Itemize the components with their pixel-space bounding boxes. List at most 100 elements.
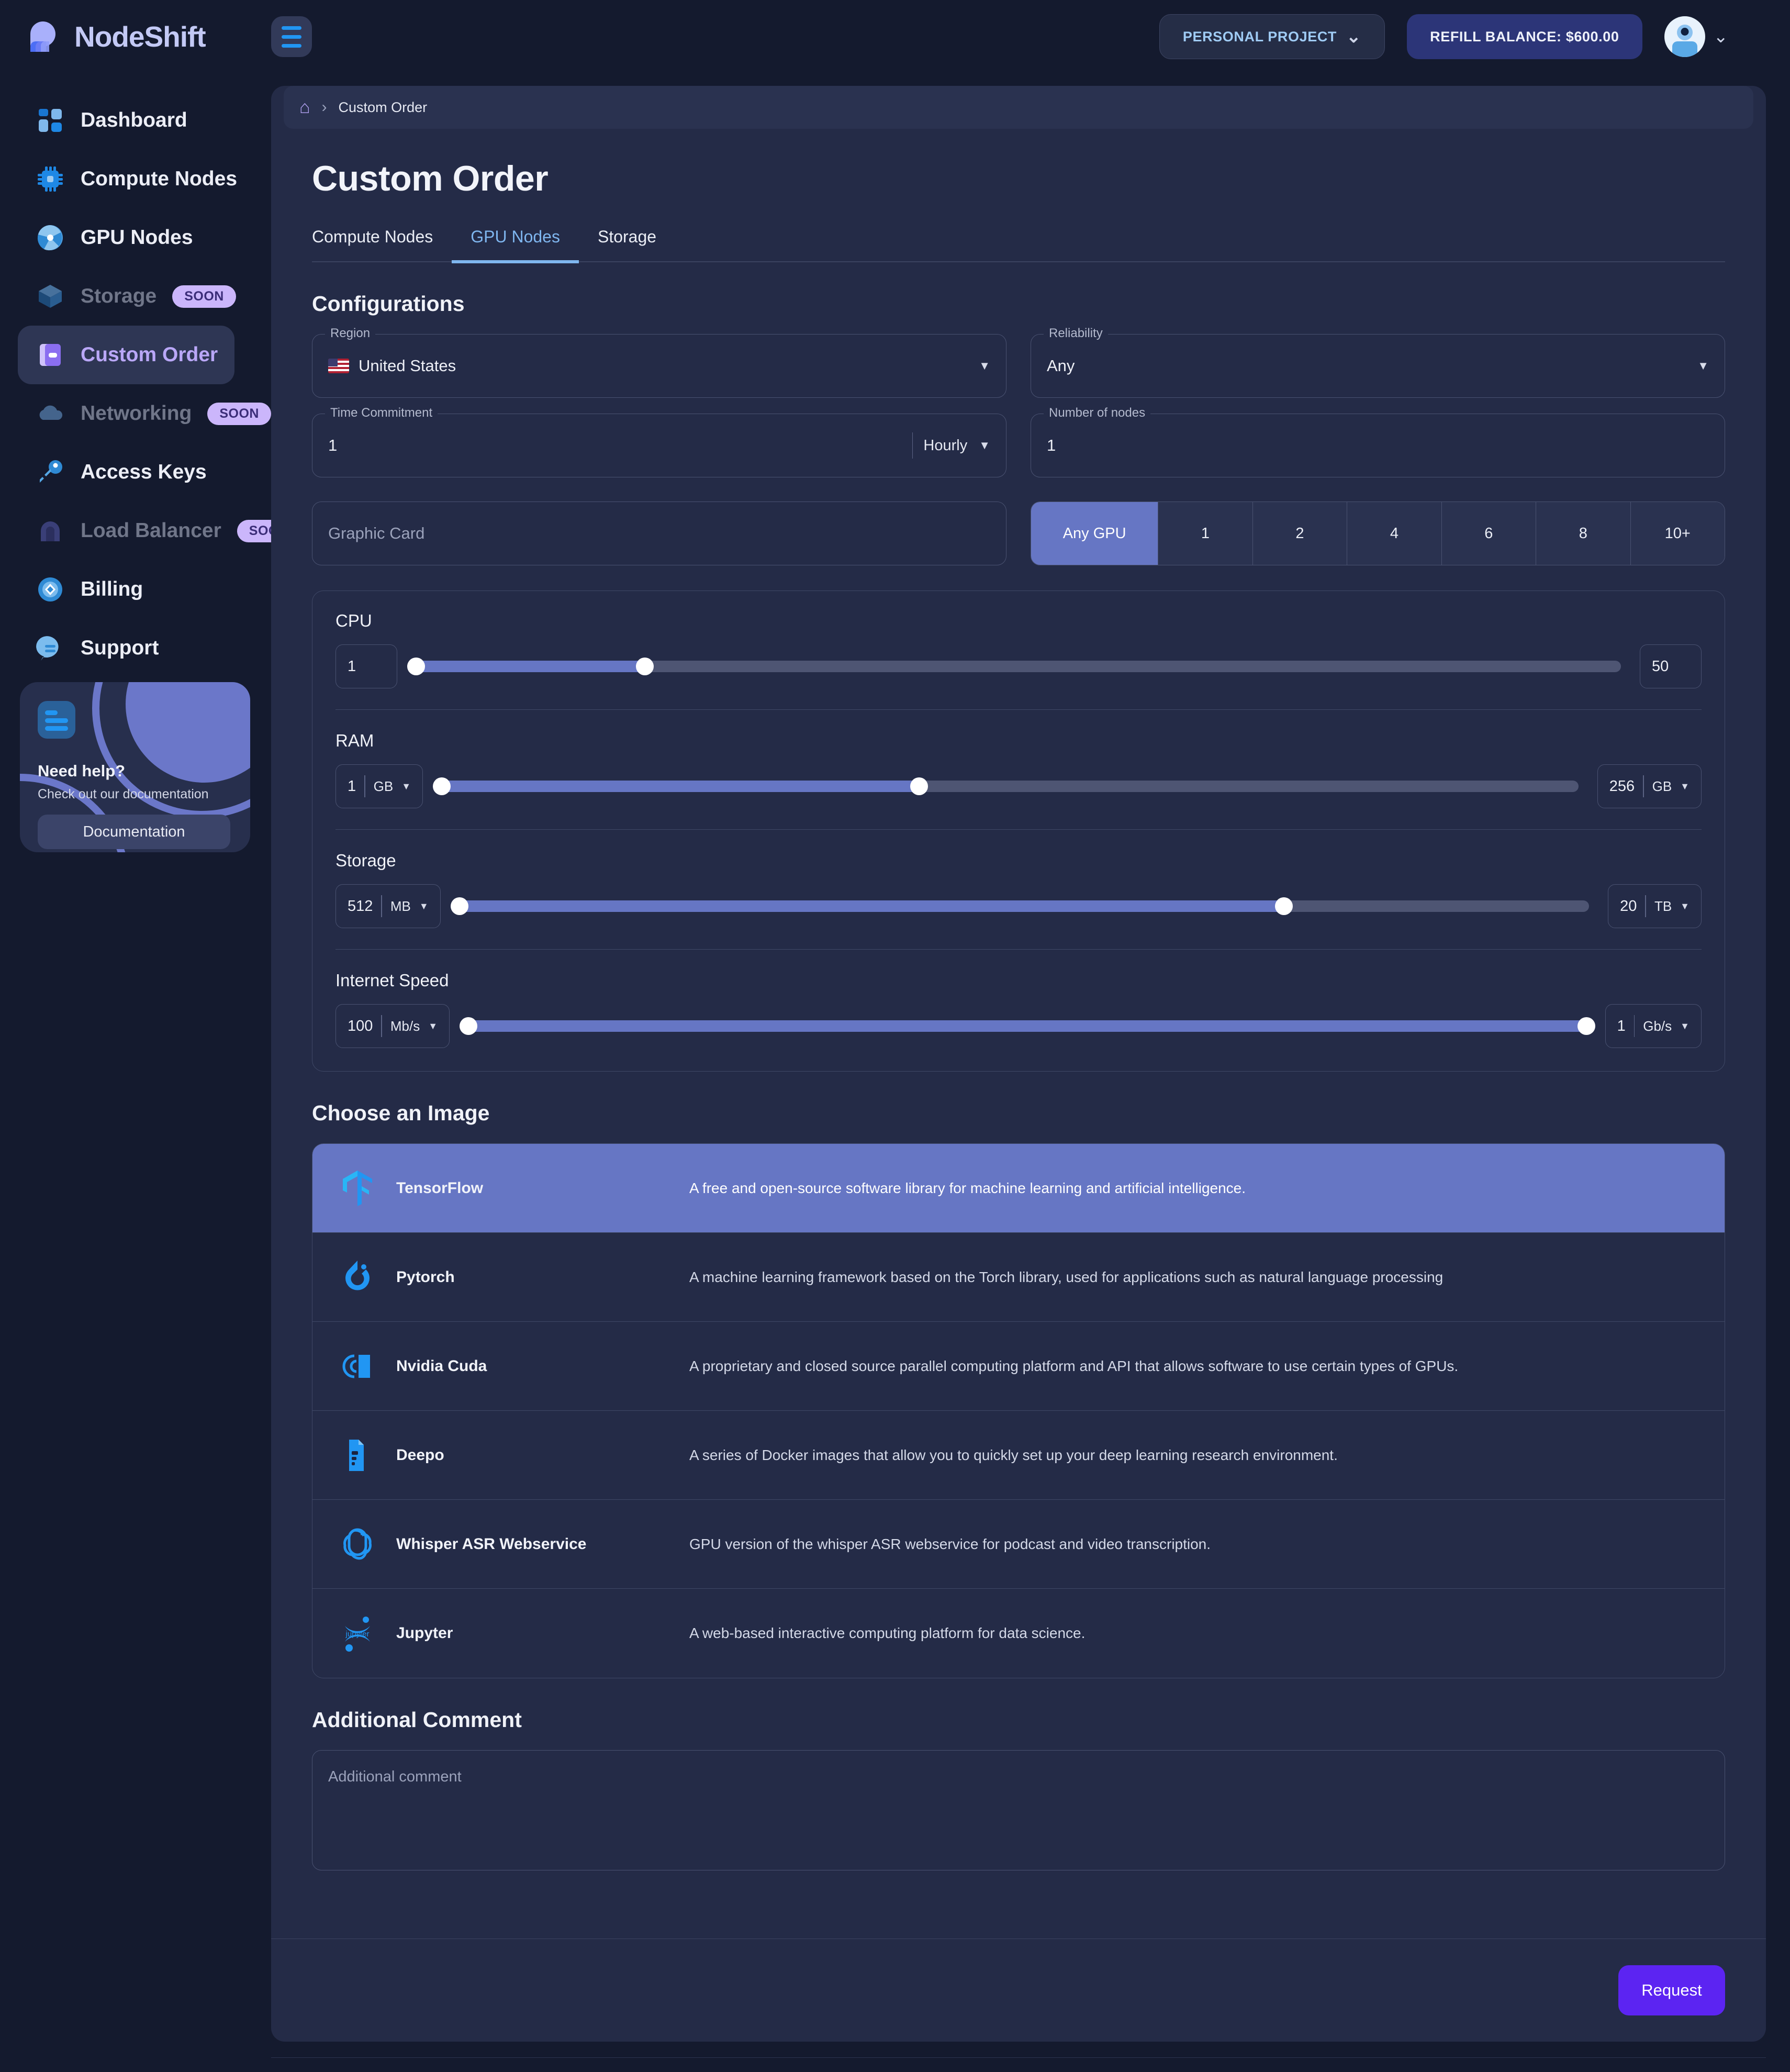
time-commitment-value[interactable]: 1 <box>328 436 337 455</box>
graphic-card-input[interactable]: Graphic Card <box>312 502 1006 565</box>
internet-min-input[interactable]: 100 Mb/s ▼ <box>335 1004 450 1048</box>
tab-storage[interactable]: Storage <box>579 227 675 263</box>
additional-comment-textarea[interactable]: Additional comment <box>312 1750 1725 1870</box>
breadcrumb-separator: › <box>321 98 327 116</box>
sidebar-item-label: Dashboard <box>81 109 187 131</box>
chevron-down-icon: ⌄ <box>1346 27 1362 47</box>
brand-logo[interactable]: NodeShift <box>0 0 252 73</box>
image-option-pytorch[interactable]: Pytorch A machine learning framework bas… <box>312 1233 1725 1322</box>
image-name: Deepo <box>396 1446 444 1464</box>
gpu-count-option-1[interactable]: 1 <box>1158 502 1253 565</box>
sidebar-nav: Dashboard Compute Nodes GPU Nodes Storag… <box>0 91 301 677</box>
slider-knob-max[interactable] <box>910 777 928 795</box>
sidebar-item-label: Billing <box>81 578 143 600</box>
hamburger-menu-icon[interactable] <box>271 16 312 57</box>
account-menu[interactable]: ⌄ <box>1664 16 1728 57</box>
breadcrumb-current: Custom Order <box>338 99 428 115</box>
home-icon[interactable]: ⌂ <box>299 98 310 116</box>
cpu-slider[interactable] <box>407 658 1621 675</box>
user-avatar-icon <box>1664 16 1705 57</box>
slider-knob-min[interactable] <box>433 777 451 795</box>
image-option-jupyter[interactable]: jupyter Jupyter A web-based interactive … <box>312 1589 1725 1678</box>
sidebar-item-support[interactable]: Support <box>18 619 234 677</box>
page-title: Custom Order <box>312 159 549 198</box>
cpu-chip-icon <box>36 164 65 194</box>
image-name: TensorFlow <box>396 1179 484 1197</box>
cloud-icon <box>36 399 65 428</box>
slider-knob-max[interactable] <box>1275 897 1293 915</box>
gpu-count-option-any[interactable]: Any GPU <box>1031 502 1159 565</box>
chevron-down-icon: ▼ <box>979 359 990 372</box>
ram-slider[interactable] <box>433 777 1579 795</box>
region-select[interactable]: Region United States ▼ <box>312 326 1006 398</box>
chevron-down-icon[interactable]: ▼ <box>419 901 429 912</box>
image-description: A series of Docker images that allow you… <box>689 1446 1338 1463</box>
slider-knob-max[interactable] <box>636 658 654 675</box>
image-option-whisper-asr-webservice[interactable]: Whisper ASR Webservice GPU version of th… <box>312 1500 1725 1589</box>
chevron-down-icon[interactable]: ▼ <box>428 1021 438 1032</box>
gpu-count-option-2[interactable]: 2 <box>1252 502 1348 565</box>
sidebar-item-load-balancer[interactable]: Load Balancer SOON <box>18 502 301 560</box>
chevron-down-icon[interactable]: ▼ <box>1680 781 1690 792</box>
slider-knob-min[interactable] <box>407 658 425 675</box>
tab-gpu-nodes[interactable]: GPU Nodes <box>452 227 579 263</box>
storage-slider[interactable] <box>450 897 1590 915</box>
image-option-deepo[interactable]: Deepo A series of Docker images that all… <box>312 1411 1725 1500</box>
svg-text:jupyter: jupyter <box>345 1630 369 1639</box>
ram-max-input[interactable]: 256 GB ▼ <box>1597 764 1702 808</box>
us-flag-icon <box>328 359 349 373</box>
sidebar-item-access-keys[interactable]: Access Keys <box>18 443 234 502</box>
sidebar-item-storage[interactable]: Storage SOON <box>18 267 236 326</box>
internet-max-input[interactable]: 1 Gb/s ▼ <box>1605 1004 1702 1048</box>
sidebar-item-gpu-nodes[interactable]: GPU Nodes <box>18 208 234 267</box>
sidebar-item-dashboard[interactable]: Dashboard <box>18 91 234 150</box>
request-button[interactable]: Request <box>1618 1965 1725 2015</box>
storage-max-input[interactable]: 20 TB ▼ <box>1608 884 1702 928</box>
sidebar-item-custom-order[interactable]: Custom Order <box>18 326 234 384</box>
sidebar-item-compute-nodes[interactable]: Compute Nodes <box>18 150 237 208</box>
reliability-select[interactable]: Reliability Any ▼ <box>1031 326 1725 398</box>
documentation-button[interactable]: Documentation <box>38 815 230 849</box>
gpu-count-option-8[interactable]: 8 <box>1536 502 1631 565</box>
help-card-subtitle: Check out our documentation <box>38 787 209 801</box>
resource-storage: Storage 512 MB ▼ 20 TB ▼ <box>335 829 1702 949</box>
storage-min-input[interactable]: 512 MB ▼ <box>335 884 441 928</box>
image-option-nvidia-cuda[interactable]: Nvidia Cuda A proprietary and closed sou… <box>312 1322 1725 1411</box>
gpu-count-option-10plus[interactable]: 10+ <box>1630 502 1725 565</box>
cpu-max-input[interactable]: 50 <box>1640 644 1702 688</box>
image-description: A free and open-source software library … <box>689 1179 1246 1196</box>
number-of-nodes-value[interactable]: 1 <box>1047 436 1056 455</box>
refill-balance-button[interactable]: REFILL BALANCE: $600.00 <box>1407 14 1642 59</box>
chevron-down-icon[interactable]: ▼ <box>401 781 411 792</box>
gpu-count-option-4[interactable]: 4 <box>1347 502 1442 565</box>
resource-label: Storage <box>335 851 396 870</box>
image-name: Pytorch <box>396 1268 455 1286</box>
project-selector-button[interactable]: PERSONAL PROJECT ⌄ <box>1159 14 1385 59</box>
gpu-fan-icon <box>36 223 65 252</box>
image-description: A web-based interactive computing platfo… <box>689 1625 1086 1641</box>
sidebar-item-label: Custom Order <box>81 343 218 366</box>
value: 1 <box>348 777 356 795</box>
chevron-down-icon[interactable]: ▼ <box>1680 901 1690 912</box>
gpu-count-option-6[interactable]: 6 <box>1441 502 1537 565</box>
image-option-tensorflow[interactable]: TensorFlow A free and open-source softwa… <box>312 1144 1725 1233</box>
reliability-label: Reliability <box>1044 326 1108 341</box>
custom-order-icon <box>36 340 65 370</box>
cpu-min-input[interactable]: 1 <box>335 644 397 688</box>
sidebar-item-networking[interactable]: Networking SOON <box>18 384 271 443</box>
slider-knob-min[interactable] <box>460 1017 478 1035</box>
chevron-down-icon[interactable]: ▼ <box>1680 1021 1690 1032</box>
slider-knob-min[interactable] <box>450 897 468 915</box>
time-commitment-field[interactable]: Time Commitment 1 Hourly ▼ <box>312 406 1006 477</box>
image-name: Nvidia Cuda <box>396 1357 487 1375</box>
ram-min-input[interactable]: 1 GB ▼ <box>335 764 423 808</box>
key-icon <box>36 458 65 487</box>
number-of-nodes-field[interactable]: Number of nodes 1 <box>1031 406 1725 477</box>
tab-compute-nodes[interactable]: Compute Nodes <box>312 227 452 263</box>
pytorch-logo-icon <box>335 1255 379 1299</box>
slider-fill <box>468 1020 1586 1032</box>
sidebar-item-billing[interactable]: Billing <box>18 560 234 619</box>
slider-knob-max[interactable] <box>1577 1017 1595 1035</box>
internet-slider[interactable] <box>460 1017 1595 1035</box>
time-commitment-unit[interactable]: Hourly <box>923 437 967 454</box>
